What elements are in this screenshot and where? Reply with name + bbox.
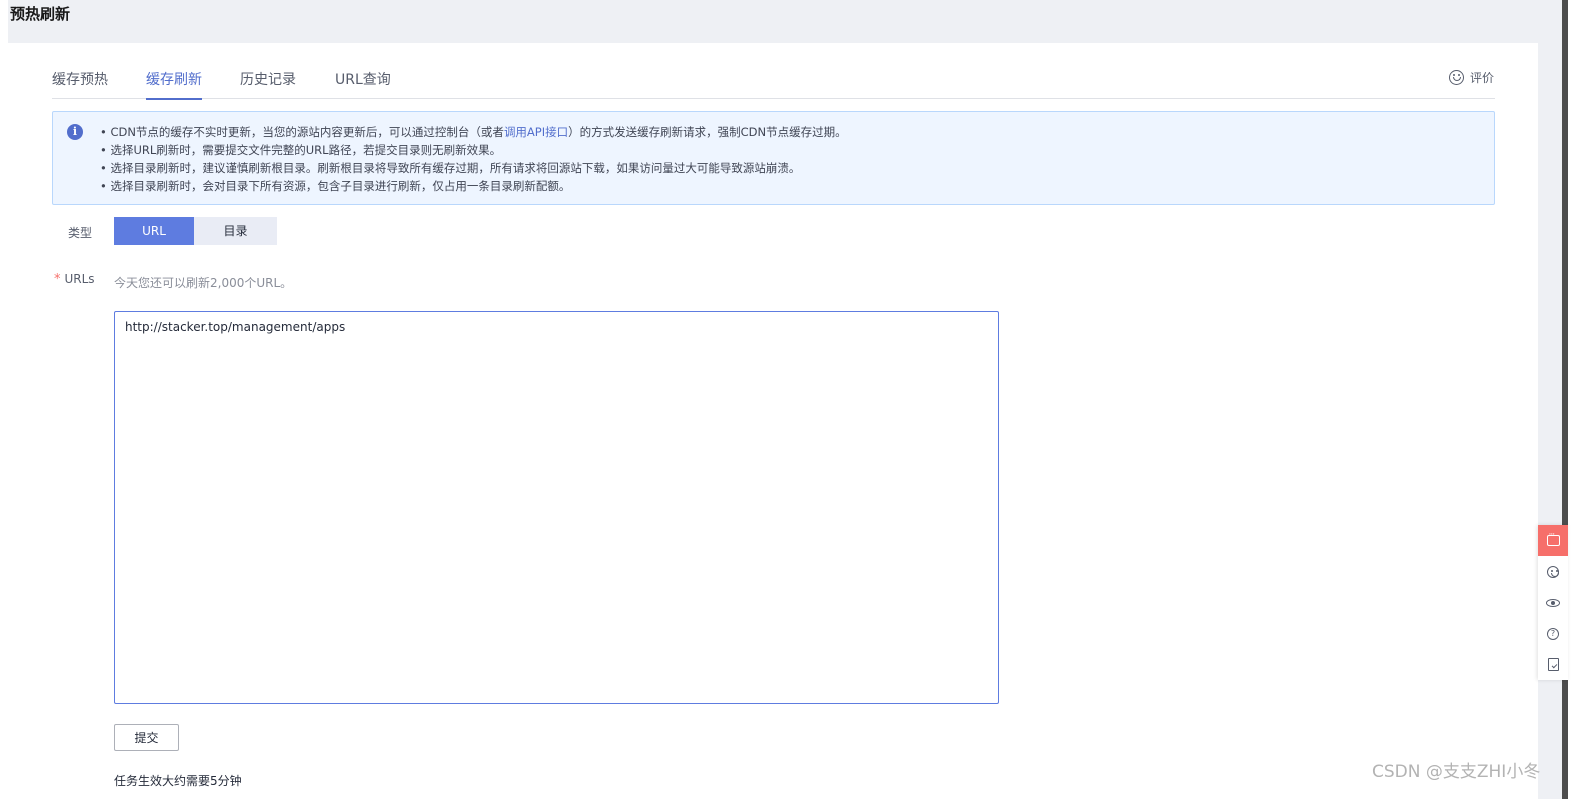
type-selector: URL 目录 xyxy=(114,217,277,245)
effect-time-note: 任务生效大约需要5分钟 xyxy=(114,774,242,788)
notice-text: ）的方式发送缓存刷新请求，强制CDN节点缓存过期。 xyxy=(568,125,847,139)
submit-button[interactable]: 提交 xyxy=(114,724,179,751)
emoji-button[interactable] xyxy=(1538,556,1568,587)
required-mark: * xyxy=(54,272,61,287)
eye-icon xyxy=(1546,598,1560,607)
tab-cache-refresh[interactable]: 缓存刷新 xyxy=(146,69,202,100)
checklist-icon xyxy=(1547,658,1559,671)
right-edge xyxy=(1568,0,1595,799)
feedback-label: 评价 xyxy=(1470,71,1495,85)
type-option-url[interactable]: URL xyxy=(114,217,194,245)
urls-textarea[interactable]: http://stacker.top/management/apps xyxy=(114,311,999,704)
floating-toolbar: ? xyxy=(1538,525,1568,680)
page-title: 预热刷新 xyxy=(10,5,71,23)
watermark: CSDN @支支ZHI小冬 xyxy=(1372,762,1541,782)
help-icon: ? xyxy=(1547,627,1559,640)
view-button[interactable] xyxy=(1538,587,1568,618)
help-button[interactable]: ? xyxy=(1538,618,1568,649)
notice-line-4: • 选择目录刷新时，会对目录下所有资源，包含子目录进行刷新，仅占用一条目录刷新配… xyxy=(100,179,571,193)
tab-url-query[interactable]: URL查询 xyxy=(335,69,391,99)
notice-text: • CDN节点的缓存不实时更新，当您的源站内容更新后，可以通过控制台（或者 xyxy=(100,125,504,139)
checklist-button[interactable] xyxy=(1538,649,1568,680)
type-label: 类型 xyxy=(68,226,93,240)
type-option-directory[interactable]: 目录 xyxy=(194,217,277,245)
info-notice: i • CDN节点的缓存不实时更新，当您的源站内容更新后，可以通过控制台（或者调… xyxy=(52,111,1495,205)
info-icon: i xyxy=(67,124,83,140)
page-header: 预热刷新 xyxy=(8,0,1563,42)
tab-cache-preheat[interactable]: 缓存预热 xyxy=(52,69,108,99)
notice-line-2: • 选择URL刷新时，需要提交文件完整的URL路径，若提交目录则无刷新效果。 xyxy=(100,143,502,157)
smile-icon xyxy=(1449,70,1464,85)
notice-line-3: • 选择目录刷新时，建议谨慎刷新根目录。刷新根目录将导致所有缓存过期，所有请求将… xyxy=(100,161,801,175)
notice-line-1: • CDN节点的缓存不实时更新，当您的源站内容更新后，可以通过控制台（或者调用A… xyxy=(100,123,1480,141)
message-icon xyxy=(1546,530,1560,546)
urls-quota-hint: 今天您还可以刷新2,000个URL。 xyxy=(114,276,293,290)
urls-label: * URLs xyxy=(54,272,95,287)
message-button[interactable] xyxy=(1538,525,1568,556)
left-edge xyxy=(0,0,8,799)
main-card: 缓存预热 缓存刷新 历史记录 URL查询 评价 i • CDN节点的缓存不实时更… xyxy=(8,43,1538,799)
smile-icon xyxy=(1547,565,1559,578)
tab-history[interactable]: 历史记录 xyxy=(240,69,296,99)
api-link[interactable]: 调用API接口 xyxy=(504,125,568,139)
feedback-button[interactable]: 评价 xyxy=(1449,69,1494,86)
tab-bar: 缓存预热 缓存刷新 历史记录 URL查询 评价 xyxy=(52,43,1495,100)
urls-label-text: URLs xyxy=(64,272,95,286)
